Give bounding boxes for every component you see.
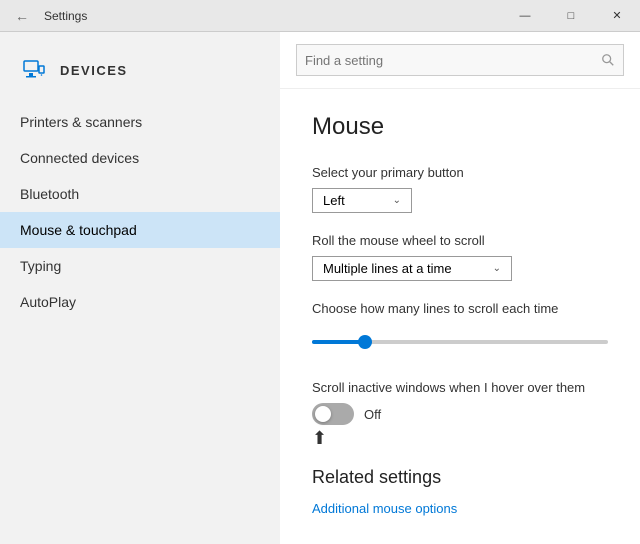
scroll-wheel-dropdown[interactable]: Multiple lines at a time ⌄ xyxy=(312,256,512,281)
titlebar-title: Settings xyxy=(44,9,87,23)
chevron-down-icon: ⌄ xyxy=(393,195,401,206)
primary-button-value: Left xyxy=(323,193,345,208)
search-icon xyxy=(601,53,615,67)
sidebar-item-mouse[interactable]: Mouse & touchpad xyxy=(0,212,280,248)
sidebar: DEVICES Printers & scanners Connected de… xyxy=(0,32,280,544)
slider-fill xyxy=(312,340,365,344)
close-button[interactable]: ✕ xyxy=(594,0,640,32)
scroll-lines-group: Choose how many lines to scroll each tim… xyxy=(312,301,608,360)
toggle-row: Off xyxy=(312,403,608,425)
search-input[interactable] xyxy=(305,53,595,68)
page-title: Mouse xyxy=(312,113,608,141)
related-settings-group: Related settings Additional mouse option… xyxy=(312,467,608,518)
related-settings-title: Related settings xyxy=(312,467,608,488)
main-content: Mouse Select your primary button Left ⌄ … xyxy=(280,89,640,544)
titlebar-left: ← Settings xyxy=(8,2,87,30)
titlebar-controls: — □ ✕ xyxy=(502,0,640,32)
additional-mouse-options-link[interactable]: Additional mouse options xyxy=(312,501,457,516)
maximize-button[interactable]: □ xyxy=(548,0,594,32)
content-top xyxy=(280,32,640,89)
toggle-state-label: Off xyxy=(364,407,381,422)
sidebar-header-title: DEVICES xyxy=(60,63,128,78)
sidebar-item-autoplay[interactable]: AutoPlay xyxy=(0,284,280,320)
back-button[interactable]: ← xyxy=(8,2,36,30)
scroll-lines-slider[interactable] xyxy=(312,324,608,360)
toggle-knob xyxy=(315,406,331,422)
sidebar-item-printers[interactable]: Printers & scanners xyxy=(0,104,280,140)
cursor-icon: ⬆︎ xyxy=(312,429,608,447)
sidebar-header: DEVICES xyxy=(0,40,280,104)
sidebar-item-typing[interactable]: Typing xyxy=(0,248,280,284)
scroll-wheel-group: Roll the mouse wheel to scroll Multiple … xyxy=(312,233,608,281)
scroll-wheel-label: Roll the mouse wheel to scroll xyxy=(312,233,608,248)
inactive-scroll-label: Scroll inactive windows when I hover ove… xyxy=(312,380,608,395)
slider-track xyxy=(312,340,608,344)
inactive-scroll-toggle[interactable] xyxy=(312,403,354,425)
scroll-lines-label: Choose how many lines to scroll each tim… xyxy=(312,301,608,316)
sidebar-item-bluetooth[interactable]: Bluetooth xyxy=(0,176,280,212)
primary-button-dropdown[interactable]: Left ⌄ xyxy=(312,188,412,213)
scroll-wheel-value: Multiple lines at a time xyxy=(323,261,452,276)
search-box[interactable] xyxy=(296,44,624,76)
primary-button-label: Select your primary button xyxy=(312,165,608,180)
content-area: Mouse Select your primary button Left ⌄ … xyxy=(280,32,640,544)
sidebar-item-connected[interactable]: Connected devices xyxy=(0,140,280,176)
titlebar: ← Settings — □ ✕ xyxy=(0,0,640,32)
app-body: DEVICES Printers & scanners Connected de… xyxy=(0,32,640,544)
minimize-button[interactable]: — xyxy=(502,0,548,32)
inactive-scroll-group: Scroll inactive windows when I hover ove… xyxy=(312,380,608,447)
slider-thumb[interactable] xyxy=(358,335,372,349)
devices-icon xyxy=(20,56,48,84)
chevron-down-icon-2: ⌄ xyxy=(493,263,501,274)
primary-button-group: Select your primary button Left ⌄ xyxy=(312,165,608,213)
